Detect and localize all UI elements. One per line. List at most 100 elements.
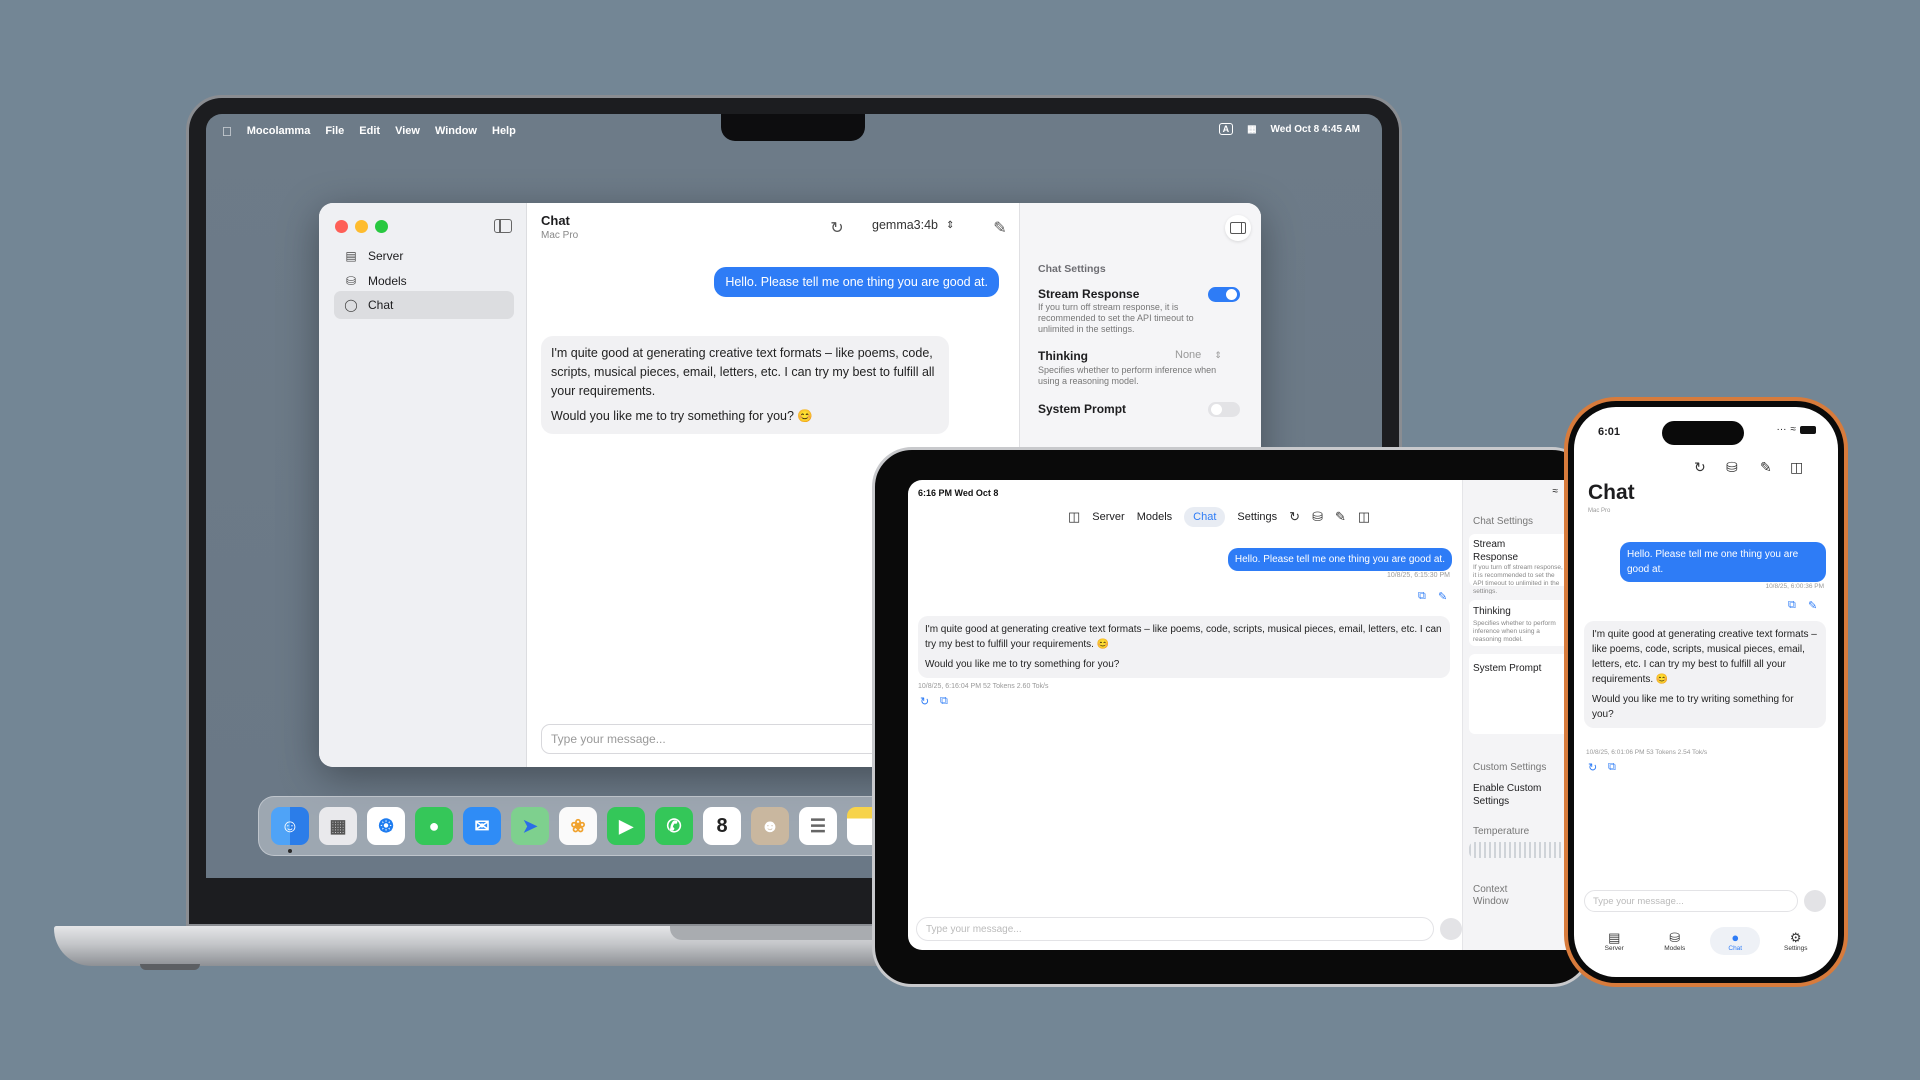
- new-chat-icon[interactable]: ✎: [1335, 509, 1346, 525]
- stream-response-toggle[interactable]: [1208, 287, 1240, 302]
- sidebar-toggle-icon[interactable]: ◫: [1068, 509, 1080, 525]
- inspector-icon[interactable]: ◫: [1358, 509, 1370, 525]
- copy-icon[interactable]: ⧉: [1788, 599, 1796, 612]
- user-message: Hello. Please tell me one thing you are …: [714, 267, 999, 297]
- tab-chat[interactable]: Chat: [1184, 507, 1226, 527]
- tab-models[interactable]: ⛁ Models: [1650, 927, 1700, 955]
- assistant-message: I'm quite good at generating creative te…: [918, 616, 1450, 678]
- message-input[interactable]: Type your message...: [916, 917, 1434, 941]
- send-button[interactable]: [1440, 918, 1462, 940]
- iphone-status-time: 6:01: [1598, 426, 1621, 438]
- menu-edit[interactable]: Edit: [359, 125, 380, 137]
- regenerate-icon[interactable]: ↻: [1588, 761, 1597, 774]
- edit-icon[interactable]: ✎: [1808, 599, 1817, 612]
- page-title: Chat: [1588, 481, 1635, 504]
- tab-models[interactable]: Models: [1137, 511, 1172, 523]
- message-input[interactable]: Type your message...: [1584, 890, 1798, 912]
- new-chat-icon[interactable]: ✎: [990, 218, 1010, 238]
- close-window-button[interactable]: [335, 220, 348, 233]
- sidebar: ▤ Server ⛁ Models ◯ Chat: [319, 203, 527, 767]
- battery-icon: [1800, 425, 1816, 434]
- safari-icon[interactable]: ❂: [367, 807, 405, 845]
- inspector-toggle-button[interactable]: [1225, 215, 1251, 241]
- camera-notch: [721, 114, 865, 141]
- tab-bar: ▤ Server ⛁ Models ● Chat ⚙ Settings: [1584, 921, 1826, 961]
- control-center-icon[interactable]: ▦: [1247, 124, 1256, 135]
- iphone-frame: 6:01 ··· ≈ ↻ ⛁ ✎ ◫ Chat Mac Pro Hello. P…: [1564, 397, 1848, 987]
- menu-view[interactable]: View: [395, 125, 420, 137]
- refresh-icon[interactable]: ↻: [1694, 459, 1706, 476]
- settings-section-title: Chat Settings: [1473, 516, 1534, 527]
- thinking-value: None: [1175, 349, 1202, 361]
- copy-icon[interactable]: ⧉: [1418, 590, 1426, 603]
- menubar-clock[interactable]: Wed Oct 8 4:45 AM: [1271, 124, 1360, 135]
- ipad-settings-panel: ≈ Chat Settings Stream Response If you t…: [1462, 480, 1568, 950]
- phone-icon[interactable]: ✆: [655, 807, 693, 845]
- send-button[interactable]: [1804, 890, 1826, 912]
- menu-help[interactable]: Help: [492, 125, 516, 137]
- model-selector[interactable]: gemma3:4b ⇕: [872, 218, 954, 232]
- model-select-icon[interactable]: ⛁: [1312, 509, 1323, 525]
- server-icon: ▤: [1608, 930, 1621, 945]
- tab-settings[interactable]: Settings: [1237, 511, 1277, 523]
- wifi-icon: ≈: [1552, 486, 1559, 497]
- refresh-icon[interactable]: ↻: [1289, 509, 1300, 525]
- dynamic-island: [1662, 421, 1744, 445]
- stream-response-desc: If you turn off stream response, it is r…: [1473, 564, 1563, 594]
- reminders-icon[interactable]: ☰: [799, 807, 837, 845]
- thinking-select[interactable]: None ⇕: [1175, 349, 1222, 361]
- wifi-icon: ≈: [1790, 424, 1797, 435]
- photos-icon[interactable]: ❀: [559, 807, 597, 845]
- facetime-icon[interactable]: ▶: [607, 807, 645, 845]
- assistant-message: I'm quite good at generating creative te…: [541, 336, 949, 434]
- sidebar-item-chat[interactable]: ◯ Chat: [334, 291, 514, 319]
- new-chat-icon[interactable]: ✎: [1760, 459, 1772, 476]
- inspector-icon[interactable]: ◫: [1790, 459, 1803, 476]
- zoom-window-button[interactable]: [375, 220, 388, 233]
- ipad-screen: 6:16 PM Wed Oct 8 ◫ Server Models Chat S…: [908, 480, 1568, 950]
- iphone-screen: 6:01 ··· ≈ ↻ ⛁ ✎ ◫ Chat Mac Pro Hello. P…: [1574, 407, 1838, 977]
- tab-settings[interactable]: ⚙ Settings: [1771, 927, 1821, 955]
- edit-icon[interactable]: ✎: [1438, 590, 1447, 603]
- messages-icon[interactable]: ●: [415, 807, 453, 845]
- refresh-icon[interactable]: ↻: [827, 218, 847, 238]
- copy-icon[interactable]: ⧉: [940, 695, 948, 708]
- sidebar-item-server[interactable]: ▤ Server: [334, 242, 514, 270]
- sidebar-toggle-icon[interactable]: [494, 219, 512, 233]
- maps-icon[interactable]: ➤: [511, 807, 549, 845]
- copy-icon[interactable]: ⧉: [1608, 761, 1616, 774]
- context-window-label: Context Window: [1473, 884, 1509, 907]
- page-subtitle: Mac Pro: [541, 230, 579, 241]
- finder-icon[interactable]: ☺: [271, 807, 309, 845]
- menu-file[interactable]: File: [325, 125, 344, 137]
- system-prompt-label: System Prompt: [1038, 402, 1127, 416]
- assistant-meta: 10/8/25, 6:01:06 PM 53 Tokens 2.54 Tok/s: [1586, 749, 1708, 756]
- temperature-slider[interactable]: [1469, 842, 1568, 858]
- page-subtitle: Mac Pro: [1588, 508, 1611, 514]
- contacts-icon[interactable]: ☻: [751, 807, 789, 845]
- mail-icon[interactable]: ✉: [463, 807, 501, 845]
- minimize-window-button[interactable]: [355, 220, 368, 233]
- thinking-desc: Specifies whether to perform inference w…: [1473, 620, 1556, 643]
- regenerate-icon[interactable]: ↻: [920, 695, 929, 708]
- launchpad-icon[interactable]: ▦: [319, 807, 357, 845]
- tab-server[interactable]: Server: [1092, 511, 1124, 523]
- menu-app-name[interactable]: Mocolamma: [247, 125, 311, 137]
- system-prompt-toggle[interactable]: [1208, 402, 1240, 417]
- apple-menu-icon[interactable]: : [222, 124, 232, 139]
- sidebar-item-label: Server: [368, 249, 404, 263]
- models-icon: ⛁: [345, 274, 357, 288]
- inspector-icon: [1230, 222, 1246, 234]
- tab-server[interactable]: ▤ Server: [1589, 927, 1639, 955]
- model-select-icon[interactable]: ⛁: [1726, 459, 1738, 476]
- menu-window[interactable]: Window: [435, 125, 477, 137]
- calendar-icon[interactable]: 8: [703, 807, 741, 845]
- stream-response-label: Stream Response: [1038, 287, 1140, 301]
- iphone-status-icons: ··· ≈: [1777, 424, 1816, 435]
- custom-settings-title: Custom Settings: [1473, 762, 1547, 773]
- user-timestamp: 10/8/25, 6:00:36 PM: [1765, 583, 1824, 590]
- thinking-desc: Specifies whether to perform inference w…: [1038, 365, 1217, 386]
- input-source-indicator[interactable]: A: [1218, 123, 1234, 135]
- assistant-meta: 10/8/25, 6:16:04 PM 52 Tokens 2.60 Tok/s: [918, 683, 1049, 690]
- tab-chat[interactable]: ● Chat: [1710, 927, 1761, 955]
